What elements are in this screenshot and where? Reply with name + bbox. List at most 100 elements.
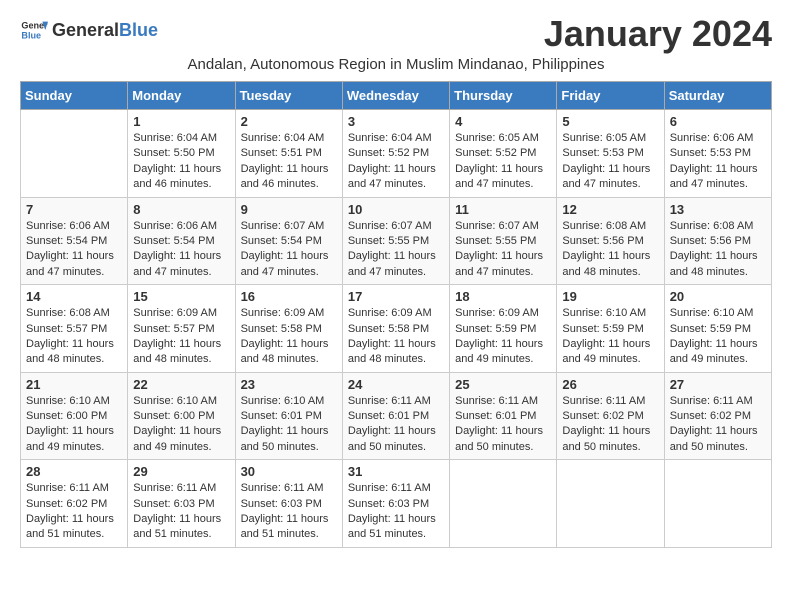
calendar-cell: 25Sunrise: 6:11 AMSunset: 6:01 PMDayligh… — [450, 372, 557, 460]
calendar-cell — [450, 460, 557, 548]
day-info: Sunrise: 6:07 AMSunset: 5:54 PMDaylight:… — [241, 219, 337, 281]
day-number: 12 — [562, 202, 658, 217]
day-number: 11 — [455, 202, 551, 217]
day-number: 25 — [455, 377, 551, 392]
day-info: Sunrise: 6:07 AMSunset: 5:55 PMDaylight:… — [348, 219, 444, 281]
calendar-cell — [557, 460, 664, 548]
day-number: 4 — [455, 114, 551, 129]
day-number: 1 — [133, 114, 229, 129]
calendar-cell: 2Sunrise: 6:04 AMSunset: 5:51 PMDaylight… — [235, 110, 342, 198]
day-number: 30 — [241, 464, 337, 479]
day-info: Sunrise: 6:06 AMSunset: 5:53 PMDaylight:… — [670, 131, 766, 193]
day-number: 20 — [670, 289, 766, 304]
day-info: Sunrise: 6:11 AMSunset: 6:01 PMDaylight:… — [348, 394, 444, 456]
header-sunday: Sunday — [21, 82, 128, 110]
calendar-cell: 4Sunrise: 6:05 AMSunset: 5:52 PMDaylight… — [450, 110, 557, 198]
day-number: 17 — [348, 289, 444, 304]
day-info: Sunrise: 6:06 AMSunset: 5:54 PMDaylight:… — [26, 219, 122, 281]
day-number: 31 — [348, 464, 444, 479]
logo-general: General — [52, 20, 119, 40]
day-number: 27 — [670, 377, 766, 392]
calendar-cell: 23Sunrise: 6:10 AMSunset: 6:01 PMDayligh… — [235, 372, 342, 460]
calendar-week-1: 7 Sunrise: 6:06 AMSunset: 5:54 PMDaylight… — [21, 197, 772, 285]
calendar-cell: 5 Sunrise: 6:05 AMSunset: 5:53 PMDaylight… — [557, 110, 664, 198]
calendar-week-2: 14Sunrise: 6:08 AMSunset: 5:57 PMDayligh… — [21, 285, 772, 373]
day-info: Sunrise: 6:07 AMSunset: 5:55 PMDaylight:… — [455, 219, 551, 281]
day-info: Sunrise: 6:04 AMSunset: 5:50 PMDaylight:… — [133, 131, 229, 193]
day-info: Sunrise: 6:10 AMSunset: 6:01 PMDaylight:… — [241, 394, 337, 456]
calendar-cell: 30 Sunrise: 6:11 AMSunset: 6:03 PMDayligh… — [235, 460, 342, 548]
day-number: 9 — [241, 202, 337, 217]
calendar-cell: 12Sunrise: 6:08 AMSunset: 5:56 PMDayligh… — [557, 197, 664, 285]
header-friday: Friday — [557, 82, 664, 110]
day-number: 28 — [26, 464, 122, 479]
day-number: 6 — [670, 114, 766, 129]
calendar-cell: 18 Sunrise: 6:09 AMSunset: 5:59 PMDayligh… — [450, 285, 557, 373]
header-wednesday: Wednesday — [342, 82, 449, 110]
calendar-cell: 21Sunrise: 6:10 AMSunset: 6:00 PMDayligh… — [21, 372, 128, 460]
day-info: Sunrise: 6:11 AMSunset: 6:02 PMDaylight:… — [562, 394, 658, 456]
day-number: 3 — [348, 114, 444, 129]
day-info: Sunrise: 6:10 AMSunset: 5:59 PMDaylight:… — [562, 306, 658, 368]
calendar-cell: 10 Sunrise: 6:07 AMSunset: 5:55 PMDayligh… — [342, 197, 449, 285]
day-number: 7 — [26, 202, 122, 217]
calendar-cell: 28 Sunrise: 6:11 AMSunset: 6:02 PMDayligh… — [21, 460, 128, 548]
day-info: Sunrise: 6:09 AMSunset: 5:59 PMDaylight:… — [455, 306, 551, 368]
day-number: 24 — [348, 377, 444, 392]
day-info: Sunrise: 6:05 AMSunset: 5:53 PMDaylight:… — [562, 131, 658, 193]
location-subtitle: Andalan, Autonomous Region in Muslim Min… — [20, 56, 772, 73]
calendar-cell: 20Sunrise: 6:10 AMSunset: 5:59 PMDayligh… — [664, 285, 771, 373]
calendar-cell: 9 Sunrise: 6:07 AMSunset: 5:54 PMDaylight… — [235, 197, 342, 285]
day-info: Sunrise: 6:10 AMSunset: 6:00 PMDaylight:… — [133, 394, 229, 456]
day-info: Sunrise: 6:10 AMSunset: 6:00 PMDaylight:… — [26, 394, 122, 456]
logo-icon: General Blue — [20, 16, 48, 44]
calendar-cell: 27 Sunrise: 6:11 AMSunset: 6:02 PMDayligh… — [664, 372, 771, 460]
day-info: Sunrise: 6:09 AMSunset: 5:58 PMDaylight:… — [348, 306, 444, 368]
logo-blue: Blue — [119, 20, 158, 40]
calendar-cell: 11 Sunrise: 6:07 AMSunset: 5:55 PMDayligh… — [450, 197, 557, 285]
calendar-body: 1 Sunrise: 6:04 AMSunset: 5:50 PMDaylight… — [21, 110, 772, 548]
calendar-week-4: 28 Sunrise: 6:11 AMSunset: 6:02 PMDayligh… — [21, 460, 772, 548]
calendar-week-0: 1 Sunrise: 6:04 AMSunset: 5:50 PMDaylight… — [21, 110, 772, 198]
calendar-cell: 6 Sunrise: 6:06 AMSunset: 5:53 PMDaylight… — [664, 110, 771, 198]
day-number: 14 — [26, 289, 122, 304]
calendar-cell: 7 Sunrise: 6:06 AMSunset: 5:54 PMDaylight… — [21, 197, 128, 285]
calendar-cell: 26 Sunrise: 6:11 AMSunset: 6:02 PMDayligh… — [557, 372, 664, 460]
day-number: 15 — [133, 289, 229, 304]
calendar-cell: 24 Sunrise: 6:11 AMSunset: 6:01 PMDayligh… — [342, 372, 449, 460]
calendar-cell: 19Sunrise: 6:10 AMSunset: 5:59 PMDayligh… — [557, 285, 664, 373]
day-number: 10 — [348, 202, 444, 217]
calendar-cell: 16Sunrise: 6:09 AMSunset: 5:58 PMDayligh… — [235, 285, 342, 373]
day-number: 29 — [133, 464, 229, 479]
calendar-cell: 31Sunrise: 6:11 AMSunset: 6:03 PMDayligh… — [342, 460, 449, 548]
calendar-cell: 13 Sunrise: 6:08 AMSunset: 5:56 PMDayligh… — [664, 197, 771, 285]
calendar-cell: 1 Sunrise: 6:04 AMSunset: 5:50 PMDaylight… — [128, 110, 235, 198]
day-number: 13 — [670, 202, 766, 217]
day-number: 18 — [455, 289, 551, 304]
calendar-cell: 17 Sunrise: 6:09 AMSunset: 5:58 PMDayligh… — [342, 285, 449, 373]
calendar-cell: 8 Sunrise: 6:06 AMSunset: 5:54 PMDaylight… — [128, 197, 235, 285]
day-info: Sunrise: 6:11 AMSunset: 6:02 PMDaylight:… — [670, 394, 766, 456]
header-tuesday: Tuesday — [235, 82, 342, 110]
month-title: January 2024 — [544, 16, 772, 52]
day-info: Sunrise: 6:09 AMSunset: 5:58 PMDaylight:… — [241, 306, 337, 368]
header-saturday: Saturday — [664, 82, 771, 110]
day-info: Sunrise: 6:11 AMSunset: 6:02 PMDaylight:… — [26, 481, 122, 543]
day-number: 5 — [562, 114, 658, 129]
calendar-cell: 29Sunrise: 6:11 AMSunset: 6:03 PMDayligh… — [128, 460, 235, 548]
calendar-cell: 15 Sunrise: 6:09 AMSunset: 5:57 PMDayligh… — [128, 285, 235, 373]
header-thursday: Thursday — [450, 82, 557, 110]
calendar-table: SundayMondayTuesdayWednesdayThursdayFrid… — [20, 81, 772, 548]
day-number: 26 — [562, 377, 658, 392]
day-info: Sunrise: 6:09 AMSunset: 5:57 PMDaylight:… — [133, 306, 229, 368]
calendar-cell: 22 Sunrise: 6:10 AMSunset: 6:00 PMDayligh… — [128, 372, 235, 460]
day-number: 22 — [133, 377, 229, 392]
day-info: Sunrise: 6:06 AMSunset: 5:54 PMDaylight:… — [133, 219, 229, 281]
day-info: Sunrise: 6:08 AMSunset: 5:56 PMDaylight:… — [670, 219, 766, 281]
calendar-cell — [21, 110, 128, 198]
day-number: 8 — [133, 202, 229, 217]
calendar-cell — [664, 460, 771, 548]
day-info: Sunrise: 6:11 AMSunset: 6:03 PMDaylight:… — [241, 481, 337, 543]
calendar-cell: 3Sunrise: 6:04 AMSunset: 5:52 PMDaylight… — [342, 110, 449, 198]
calendar-cell: 14Sunrise: 6:08 AMSunset: 5:57 PMDayligh… — [21, 285, 128, 373]
